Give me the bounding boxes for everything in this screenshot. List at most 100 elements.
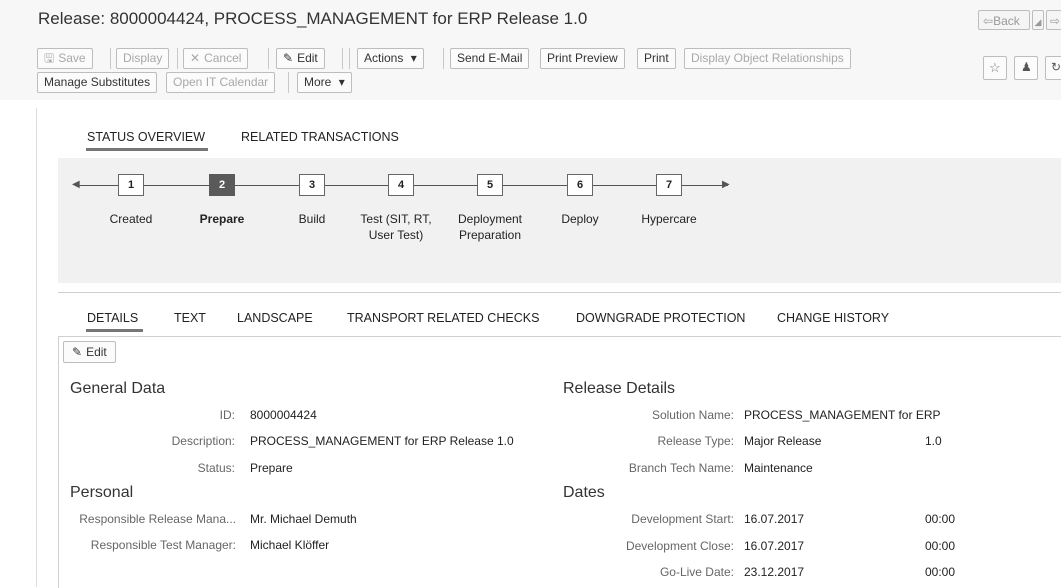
tab-change-history[interactable]: CHANGE HISTORY (777, 311, 889, 325)
toolbar: 🖫 Save Display ✕ Cancel ✎ Edit Actions ▾ Se… (0, 38, 1061, 100)
left-arrow-icon: ◀ (72, 179, 80, 190)
tab-text[interactable]: TEXT (174, 311, 206, 325)
phase-step-2[interactable]: 2 (209, 174, 235, 196)
save-button[interactable]: 🖫 Save (37, 48, 93, 69)
menu-dropdown-icon: ▾ (338, 75, 345, 89)
star-icon: ☆ (989, 60, 1001, 75)
id-value: 8000004424 (250, 408, 317, 422)
dates-title: Dates (563, 484, 605, 501)
phase-label-prepare: Prepare (199, 212, 245, 226)
release-type-value: Major Release (744, 434, 822, 448)
branch-tech-name-label: Branch Tech Name: (628, 461, 734, 475)
personalize-button[interactable]: ♟ (1014, 56, 1038, 80)
right-arrow-icon: ▶ (722, 179, 730, 190)
edit-icon: ✎ (72, 345, 83, 359)
personal-title: Personal (70, 484, 134, 501)
forward-button[interactable]: ⇨ (1046, 10, 1061, 30)
development-start-label: Development Start: (631, 512, 734, 526)
more-menu-button[interactable]: More ▾ (297, 72, 352, 93)
active-tab-indicator (86, 329, 143, 332)
release-manager-label: Responsible Release Mana... (79, 512, 236, 526)
edit-button[interactable]: ✎ Edit (276, 48, 325, 69)
release-type-version: 1.0 (925, 434, 942, 448)
menu-dropdown-icon: ▾ (410, 51, 417, 65)
development-start-date: 16.07.2017 (744, 512, 805, 526)
phase-step-5[interactable]: 5 (477, 174, 503, 196)
user-edit-icon: ♟ (1021, 60, 1032, 74)
phase-label-deploy: Deploy (561, 212, 599, 226)
display-object-relationships-button[interactable]: Display Object Relationships (684, 48, 851, 69)
go-live-date-value: 23.12.2017 (744, 565, 805, 579)
phase-step-7[interactable]: 7 (656, 174, 682, 196)
status-value: Prepare (250, 461, 293, 475)
development-close-date: 16.07.2017 (744, 539, 805, 553)
back-arrow-icon: ⇦ (983, 14, 994, 28)
tab-landscape[interactable]: LANDSCAPE (237, 311, 313, 325)
page-title: Release: 8000004424, PROCESS_MANAGEMENT … (38, 9, 588, 28)
send-email-button[interactable]: Send E-Mail (450, 48, 530, 69)
development-close-label: Development Close: (625, 539, 734, 553)
phase-label-build: Build (298, 212, 326, 226)
phase-label-created: Created (109, 212, 153, 226)
branch-tech-name-value: Maintenance (744, 461, 813, 475)
more-label: More (304, 75, 332, 89)
dropdown-button[interactable]: ◢ (1032, 10, 1044, 30)
release-type-label: Release Type: (657, 434, 735, 448)
toolbar-separator (177, 48, 178, 69)
print-button[interactable]: Print (637, 48, 676, 69)
solution-name-value: PROCESS_MANAGEMENT for ERP (744, 408, 941, 422)
section-divider (58, 292, 1061, 293)
toolbar-separator (342, 48, 343, 69)
test-manager-label: Responsible Test Manager: (90, 538, 236, 552)
release-manager-value: Mr. Michael Demuth (250, 512, 357, 526)
corner-icon: ◢ (1034, 17, 1042, 27)
test-manager-value: Michael Klöffer (250, 538, 330, 552)
tab-details[interactable]: DETAILS (87, 311, 138, 325)
development-close-time: 00:00 (925, 539, 956, 553)
save-icon: 🖫 (44, 51, 55, 65)
tab-status-overview[interactable]: STATUS OVERVIEW (87, 130, 205, 144)
development-start-time: 00:00 (925, 512, 956, 526)
open-it-calendar-button[interactable]: Open IT Calendar (166, 72, 276, 93)
more-options-button[interactable]: ↻ (1045, 56, 1061, 80)
description-label: Description: (171, 434, 235, 448)
status-label: Status: (197, 461, 235, 475)
phase-label-deployment-preparation: Deployment Preparation (457, 212, 523, 242)
phase-step-3[interactable]: 3 (299, 174, 325, 196)
actions-label: Actions (364, 51, 404, 65)
toolbar-separator (288, 72, 289, 93)
options-icon: ↻ (1051, 60, 1061, 74)
details-edit-button[interactable]: ✎ Edit (63, 341, 116, 363)
print-preview-button[interactable]: Print Preview (540, 48, 625, 69)
id-label: ID: (219, 408, 235, 422)
edit-label: Edit (297, 51, 318, 65)
phase-step-1[interactable]: 1 (118, 174, 144, 196)
save-label: Save (58, 51, 86, 65)
release-details-title: Release Details (563, 380, 676, 397)
details-edit-label: Edit (86, 345, 107, 359)
toolbar-separator (268, 48, 269, 69)
phase-label-hypercare: Hypercare (641, 212, 697, 226)
back-button-label: Back (993, 14, 1020, 28)
tab-transport-related-checks[interactable]: TRANSPORT RELATED CHECKS (347, 311, 539, 325)
go-live-time-value: 00:00 (925, 565, 956, 579)
description-value: PROCESS_MANAGEMENT for ERP Release 1.0 (250, 434, 514, 448)
edit-icon: ✎ (283, 51, 294, 65)
forward-arrow-icon: ⇨ (1050, 14, 1061, 28)
toolbar-separator (349, 48, 350, 69)
actions-menu-button[interactable]: Actions ▾ (357, 48, 424, 69)
phase-step-6[interactable]: 6 (567, 174, 593, 196)
toolbar-separator (110, 48, 111, 69)
tab-downgrade-protection[interactable]: DOWNGRADE PROTECTION (576, 311, 745, 325)
cancel-icon: ✕ (190, 51, 201, 65)
display-button[interactable]: Display (116, 48, 170, 69)
phase-step-4[interactable]: 4 (388, 174, 414, 196)
cancel-button[interactable]: ✕ Cancel (183, 48, 249, 69)
manage-substitutes-button[interactable]: Manage Substitutes (37, 72, 158, 93)
toolbar-separator (443, 48, 444, 69)
cancel-label: Cancel (204, 51, 242, 65)
favorite-button[interactable]: ☆ (983, 56, 1007, 80)
go-live-date-label: Go-Live Date: (659, 565, 734, 579)
back-button[interactable]: ⇦Back (978, 10, 1030, 30)
tab-related-transactions[interactable]: RELATED TRANSACTIONS (241, 130, 399, 144)
